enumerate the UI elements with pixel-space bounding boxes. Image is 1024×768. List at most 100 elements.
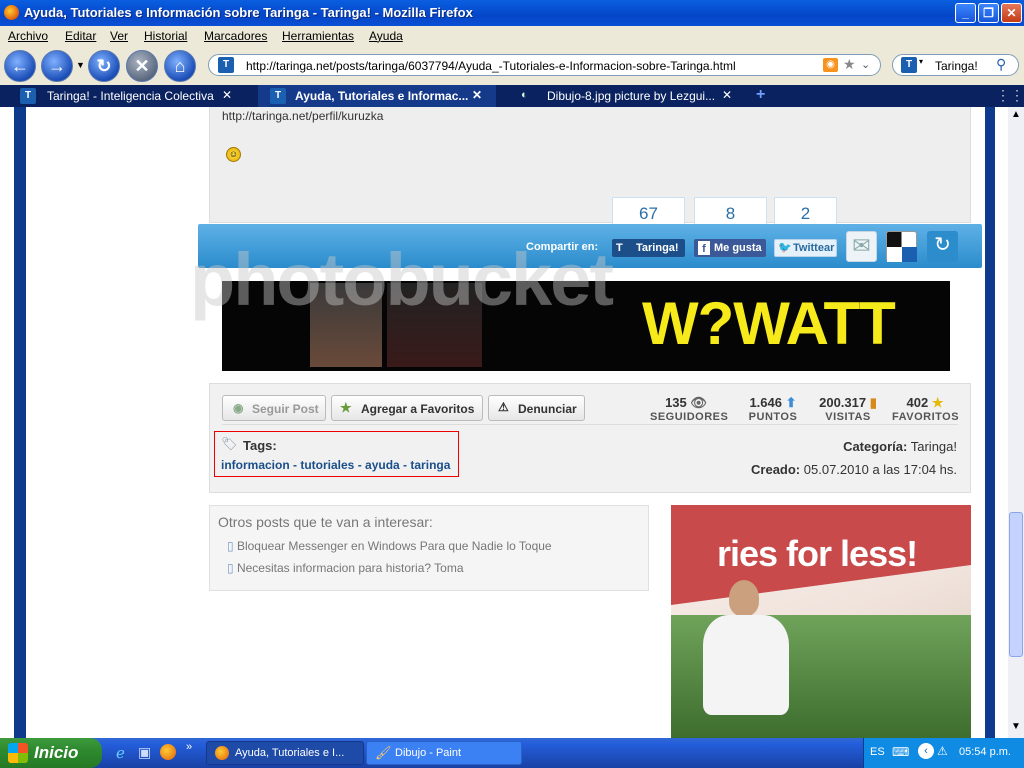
related-item[interactable]: ▯ Necesitas informacion para historia? T… (227, 561, 464, 575)
menu-marcadores[interactable]: Marcadores (204, 29, 267, 43)
windows-logo-icon (8, 743, 28, 763)
facebook-like-button[interactable]: f Me gusta (694, 239, 766, 257)
stat-value: 135 👁 (665, 395, 707, 410)
tab-close-icon[interactable]: ✕ (722, 88, 732, 102)
related-posts: Otros posts que te van a interesar: ▯ Bl… (209, 505, 649, 591)
facebook-icon: f (698, 241, 710, 255)
tab-label: Ayuda, Tutoriales e Informac... (295, 89, 469, 103)
task-firefox[interactable]: Ayuda, Tutoriales e I... (206, 741, 364, 765)
search-icon[interactable]: ⚲ (996, 56, 1006, 73)
task-label: Dibujo - Paint (395, 747, 462, 759)
watt-logo: W?WATT (642, 290, 896, 357)
windows-taskbar: Inicio ℯ ▣ » Ayuda, Tutoriales e I... 🖌 … (0, 738, 1024, 768)
related-link[interactable]: Bloquear Messenger en Windows Para que N… (237, 539, 552, 553)
quicklaunch-more-icon[interactable]: » (186, 741, 192, 753)
menu-archivo[interactable]: Archivo (8, 29, 48, 43)
email-share-icon[interactable]: ✉ (846, 231, 877, 262)
firefox-icon (215, 746, 229, 760)
tag-link[interactable]: ayuda (365, 458, 400, 472)
right-border (985, 107, 995, 738)
list-all-tabs-icon[interactable]: ⋮⋮ (996, 87, 1024, 104)
tab-close-icon[interactable]: ✕ (222, 88, 232, 102)
firefox-icon (4, 5, 19, 20)
tab-dibujo[interactable]: ◐ Dibujo-8.jpg picture by Lezgui... ✕ (508, 85, 740, 107)
stat-seguidores: 135 👁 SEGUIDORES (650, 395, 729, 423)
tab-bar: T Taringa! - Inteligencia Colectiva ✕ T … (0, 85, 1024, 107)
star-plus-icon: ★ (340, 400, 352, 415)
profile-link[interactable]: http://taringa.net/perfil/kuruzka (222, 109, 383, 123)
stat-label: PUNTOS (748, 411, 798, 423)
desktop-icon[interactable]: ▣ (138, 744, 151, 761)
scroll-down-icon[interactable]: ▼ (1011, 721, 1021, 732)
tab-favicon-icon: T (270, 88, 286, 104)
reload-icon[interactable]: ↻ (88, 50, 120, 82)
left-border (0, 107, 26, 738)
menu-editar[interactable]: Editar (65, 29, 96, 43)
stop-icon[interactable]: ✕ (126, 50, 158, 82)
menu-ver[interactable]: Ver (110, 29, 128, 43)
internet-explorer-icon[interactable]: ℯ (116, 744, 125, 762)
engine-dropdown-icon[interactable]: ▾ (919, 57, 923, 66)
home-icon[interactable]: ⌂ (164, 50, 196, 82)
search-input[interactable]: Taringa! (935, 59, 978, 73)
document-icon: ▯ (227, 539, 234, 553)
document-icon: ▯ (227, 561, 234, 575)
category-value[interactable]: Taringa! (911, 439, 957, 454)
up-arrow-icon: ⬆ (785, 395, 797, 410)
title-bar: Ayuda, Tutoriales e Información sobre Ta… (0, 0, 1024, 26)
url-text[interactable]: http://taringa.net/posts/taringa/6037794… (246, 59, 736, 73)
scroll-up-icon[interactable]: ▲ (1011, 109, 1021, 120)
meneame-icon[interactable]: ↻ (927, 231, 958, 262)
follow-post-button[interactable]: ◉ Seguir Post (222, 395, 326, 421)
rss-icon[interactable]: ◉ (823, 58, 838, 72)
url-dropdown-icon[interactable]: ⌄ (861, 58, 870, 71)
bookmark-star-icon[interactable]: ★ (843, 56, 856, 73)
bar-chart-icon: ▮ (869, 395, 877, 410)
tag-link[interactable]: tutoriales (300, 458, 354, 472)
side-advertisement[interactable]: ries for less! (671, 505, 971, 738)
stat-label: SEGUIDORES (650, 411, 729, 423)
menu-historial[interactable]: Historial (144, 29, 187, 43)
tab-ayuda[interactable]: T Ayuda, Tutoriales e Informac... ✕ (258, 85, 496, 107)
vertical-scrollbar[interactable]: ▲ ▼ (1008, 107, 1024, 738)
tag-icon: 🏷 (221, 436, 238, 451)
tab-favicon-icon: T (20, 88, 36, 104)
add-favorite-button[interactable]: ★ Agregar a Favoritos (331, 395, 483, 421)
firefox-quicklaunch-icon[interactable] (160, 744, 176, 760)
twitter-share-label: Twittear (793, 242, 835, 254)
maximize-button[interactable]: ❐ (978, 3, 999, 23)
search-box[interactable]: T ▾ Taringa! ⚲ (892, 54, 1019, 76)
network-icon[interactable]: ⚠ (937, 744, 948, 758)
start-button[interactable]: Inicio (0, 738, 102, 768)
related-item[interactable]: ▯ Bloquear Messenger en Windows Para que… (227, 539, 552, 553)
taringa-favicon-icon: T (218, 57, 234, 73)
report-button[interactable]: ⚠ Denunciar (488, 395, 585, 421)
related-link[interactable]: Necesitas informacion para historia? Tom… (237, 561, 464, 575)
tag-link[interactable]: informacion (221, 458, 290, 472)
delicious-icon[interactable] (886, 231, 917, 262)
menu-ayuda[interactable]: Ayuda (369, 29, 403, 43)
history-dropdown-icon[interactable]: ▼ (76, 60, 85, 70)
menu-herramientas[interactable]: Herramientas (282, 29, 354, 43)
twitter-share-button[interactable]: 🐦 Twittear (774, 239, 837, 257)
stat-puntos: 1.646 ⬆ PUNTOS (738, 395, 808, 423)
tab-taringa[interactable]: T Taringa! - Inteligencia Colectiva ✕ (14, 85, 246, 107)
tag-link[interactable]: taringa (410, 458, 450, 472)
clock: 05:54 p.m. (959, 746, 1011, 758)
back-icon[interactable]: ← (4, 50, 36, 82)
tab-close-icon[interactable]: ✕ (472, 88, 482, 102)
taringa-share-button[interactable]: T Taringa! (612, 239, 685, 257)
minimize-button[interactable]: _ (955, 3, 976, 23)
search-engine-icon[interactable]: T (901, 57, 917, 73)
scroll-thumb[interactable] (1009, 512, 1023, 657)
tray-expand-icon[interactable]: ‹ (918, 743, 934, 759)
close-button[interactable]: ✕ (1001, 3, 1022, 23)
new-tab-icon[interactable]: + (756, 86, 765, 104)
keyboard-icon[interactable]: ⌨ (892, 745, 909, 759)
stat-label: VISITAS (825, 411, 871, 423)
address-bar[interactable]: T http://taringa.net/posts/taringa/60377… (208, 54, 881, 76)
divider (222, 424, 958, 425)
language-indicator[interactable]: ES (870, 746, 885, 758)
forward-icon[interactable]: → (41, 50, 73, 82)
task-paint[interactable]: 🖌 Dibujo - Paint (366, 741, 522, 765)
